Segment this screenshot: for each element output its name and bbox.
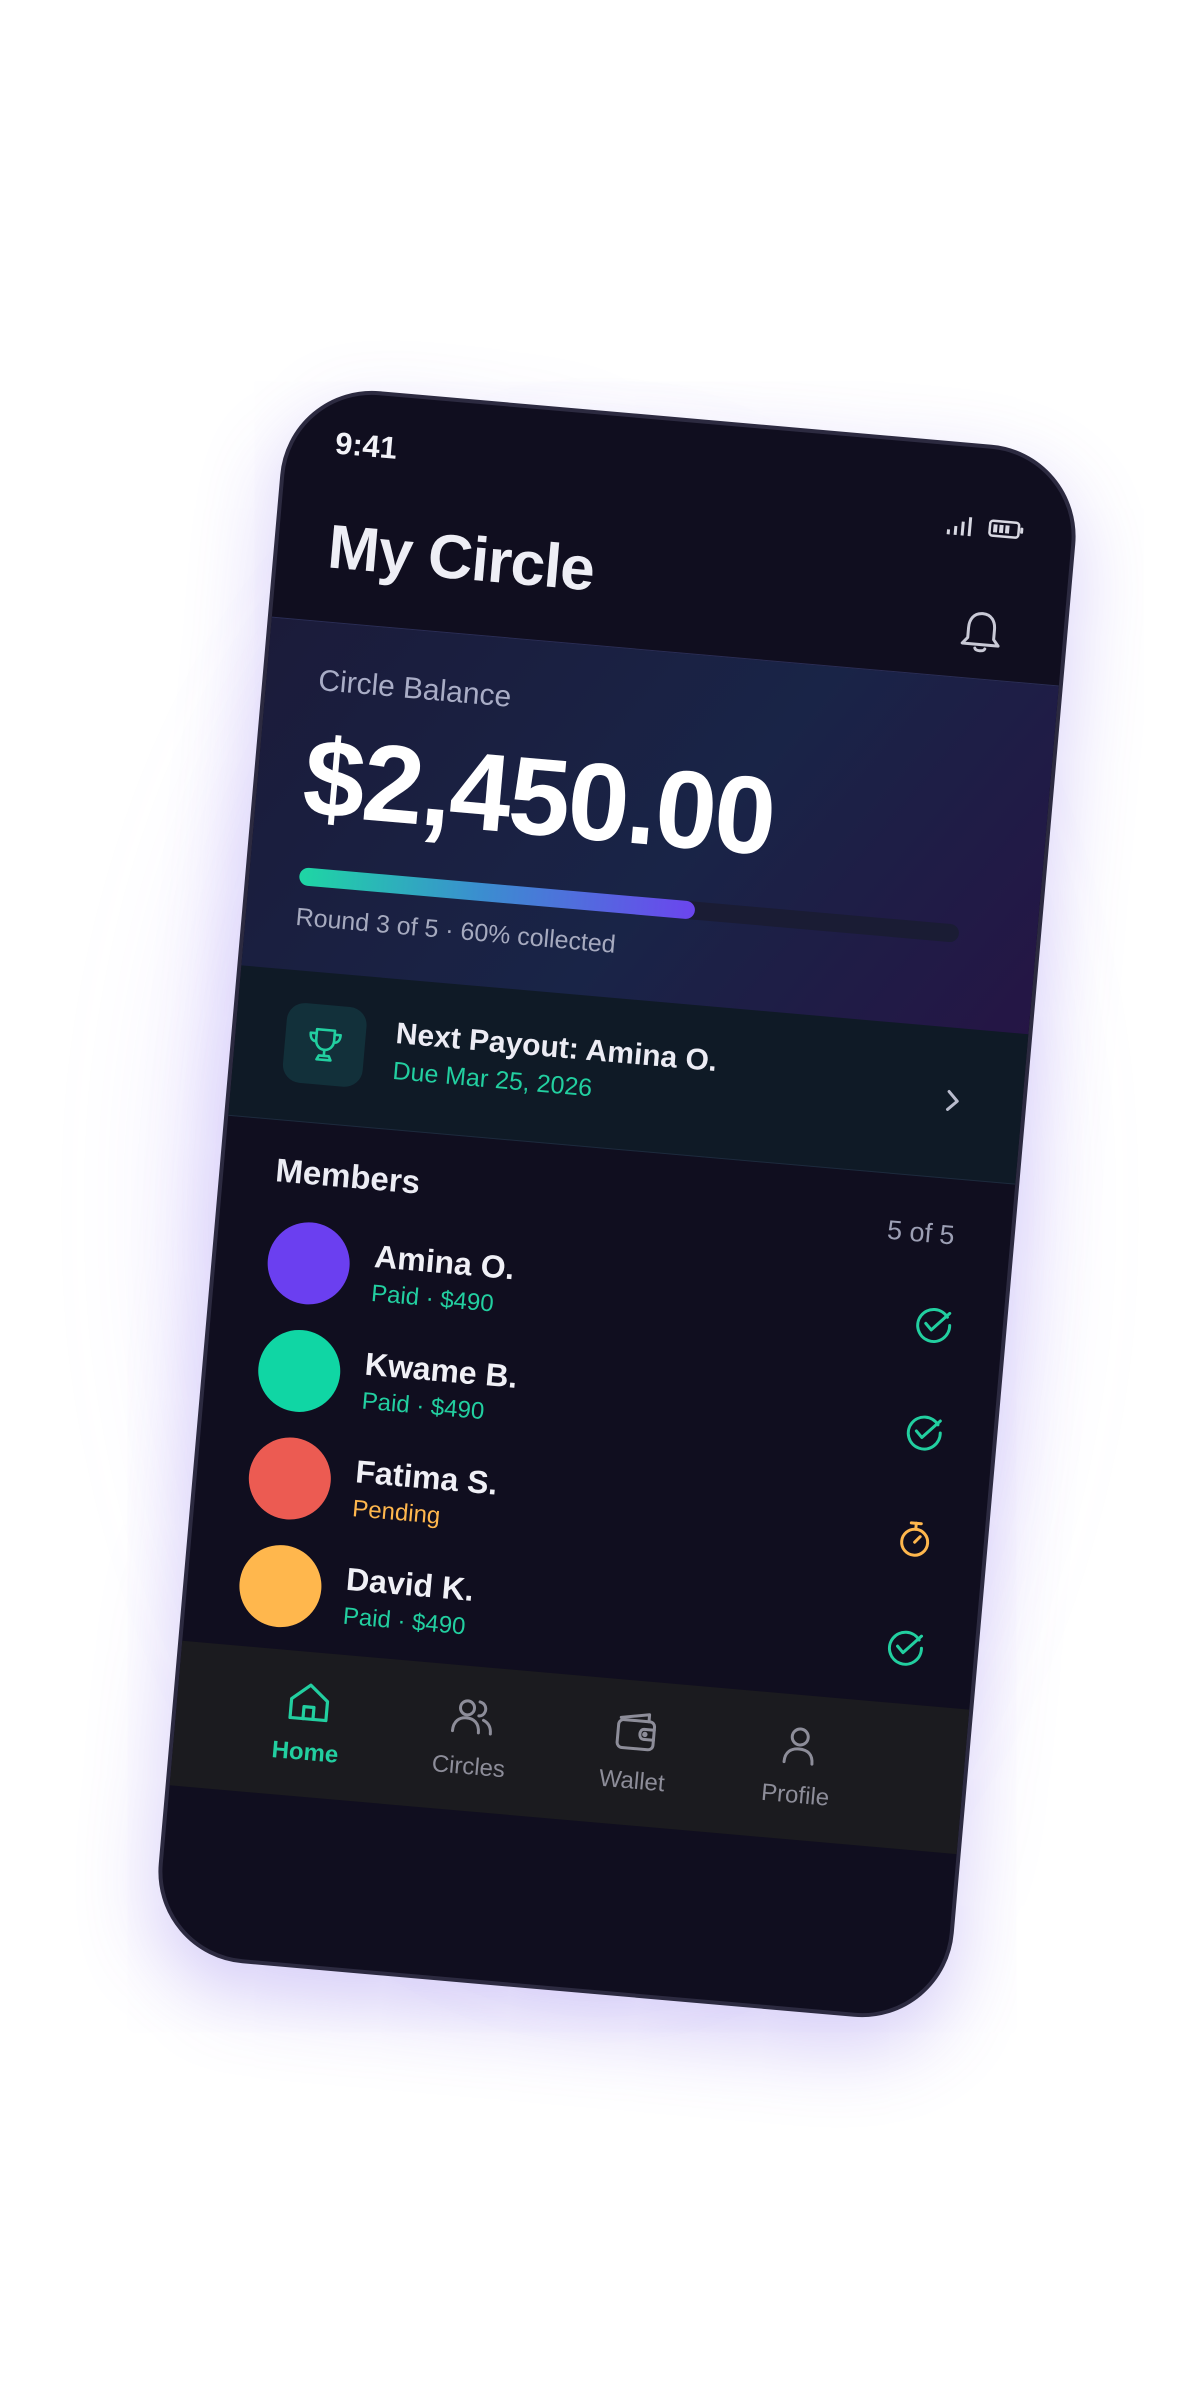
home-icon — [288, 1683, 330, 1723]
member-name: Kwame B. — [363, 1345, 520, 1395]
avatar — [254, 1326, 344, 1416]
member-name: Amina O. — [372, 1238, 517, 1287]
page-title: My Circle — [325, 512, 597, 605]
balance-amount: $2,450.00 — [298, 715, 780, 879]
user-icon — [782, 1727, 814, 1766]
trophy-icon — [309, 1027, 342, 1062]
bell-icon — [960, 612, 1000, 653]
members-heading: Members — [274, 1151, 422, 1201]
status-time: 9:41 — [333, 425, 399, 466]
users-icon — [450, 1699, 492, 1736]
chevron-right-icon — [941, 1085, 966, 1122]
nav-label: Wallet — [597, 1764, 666, 1798]
nav-item-wallet[interactable]: Wallet — [561, 1701, 708, 1802]
stopwatch-icon — [892, 1516, 938, 1566]
nav-item-circles[interactable]: Circles — [397, 1686, 544, 1787]
member-name: David K. — [344, 1560, 476, 1608]
member-status: Paid · $490 — [360, 1387, 486, 1426]
phone-frame: 9:41 My Circle Circle Balance $2,450.00 … — [150, 383, 1084, 2025]
balance-label: Circle Balance — [317, 664, 513, 714]
nav-item-home[interactable]: Home — [234, 1672, 381, 1773]
member-status: Pending — [351, 1495, 442, 1530]
balance-card: Circle Balance $2,450.00 Round 3 of 5 · … — [241, 616, 1059, 1037]
member-name: Fatima S. — [354, 1453, 500, 1502]
avatar — [235, 1541, 325, 1631]
wallet-icon — [615, 1713, 657, 1752]
nav-label: Profile — [760, 1778, 831, 1812]
check-circle-icon — [911, 1301, 957, 1351]
member-status: Paid · $490 — [341, 1602, 467, 1641]
nav-label: Home — [270, 1736, 340, 1769]
notifications-button[interactable] — [957, 607, 1005, 662]
avatar — [245, 1434, 335, 1523]
members-count: 5 of 5 — [885, 1214, 956, 1251]
signal-icon — [946, 517, 973, 537]
trophy-badge — [281, 1001, 369, 1089]
nav-item-profile[interactable]: Profile — [724, 1715, 871, 1816]
nav-label: Circles — [430, 1750, 507, 1784]
member-status: Paid · $490 — [370, 1279, 495, 1318]
check-circle-icon — [901, 1409, 947, 1459]
avatar — [264, 1218, 354, 1308]
battery-icon — [988, 519, 1024, 539]
check-circle-icon — [882, 1624, 928, 1674]
round-progress-text: Round 3 of 5 · 60% collected — [294, 902, 617, 959]
status-icons — [946, 513, 1026, 542]
